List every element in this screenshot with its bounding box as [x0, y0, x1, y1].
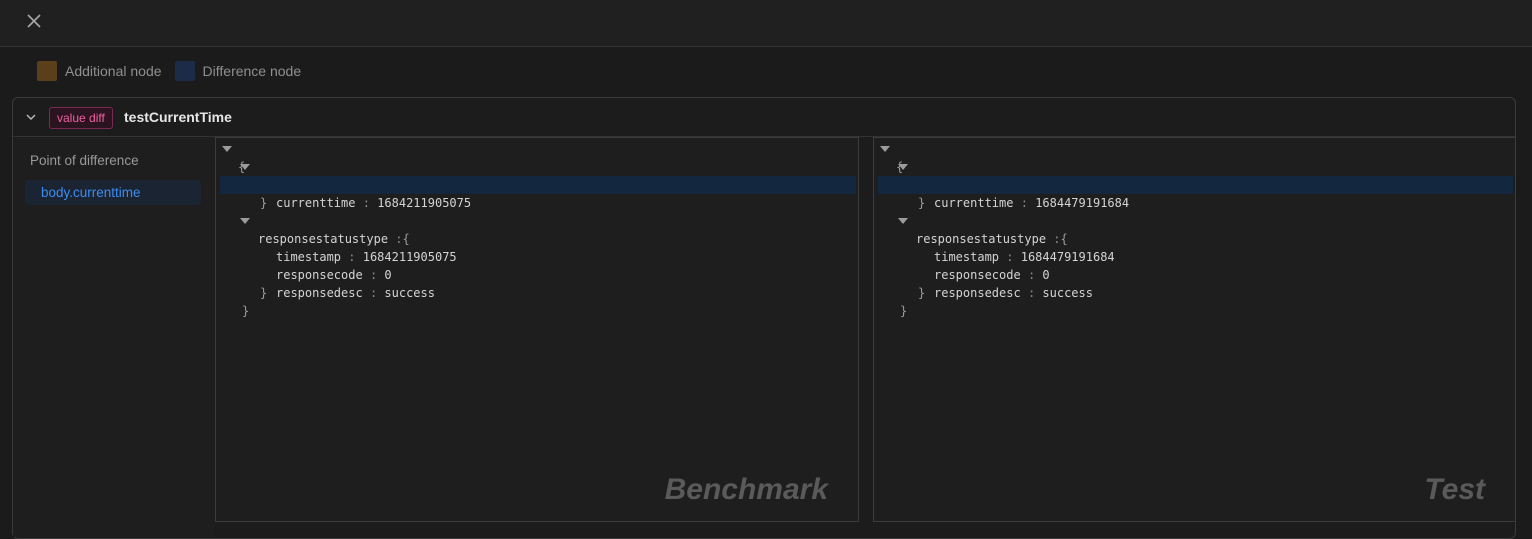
json-node-responsestatustype: responsestatustype :{: [216, 212, 858, 246]
sidebar-item-body-currenttime[interactable]: body.currenttime: [25, 180, 201, 205]
json-node-currenttime: currenttime : 1684479191684: [878, 176, 1513, 210]
diff-type-badge: value diff: [49, 107, 113, 129]
collapse-root-icon[interactable]: [880, 146, 890, 152]
benchmark-json-pane: { body :{ currenttime : 1684211905075 } …: [215, 137, 859, 522]
json-node-body: body :{: [874, 158, 1515, 192]
collapse-root-icon[interactable]: [222, 146, 232, 152]
difference-node-swatch: [174, 61, 195, 81]
legend-difference-node: Difference node: [174, 61, 302, 81]
top-bar: [0, 0, 1532, 47]
difference-sidebar: Point of difference body.currenttime: [13, 137, 214, 537]
test-json-pane: { body :{ currenttime : 1684479191684 } …: [873, 137, 1516, 522]
additional-node-swatch: [37, 61, 57, 81]
collapse-body-icon[interactable]: [240, 164, 250, 170]
json-node-timestamp: timestamp : 1684211905075: [276, 250, 457, 264]
legend: Additional node Difference node: [37, 61, 314, 81]
json-node-responsestatustype: responsestatustype :{: [874, 212, 1515, 246]
difference-node-label: Difference node: [202, 63, 302, 79]
json-node-responsedesc: responsedesc : success: [934, 286, 1093, 300]
collapse-responsestatustype-icon[interactable]: [240, 218, 250, 224]
json-root-close: }: [242, 304, 250, 318]
legend-additional-node: Additional node: [37, 61, 162, 81]
json-body-close: }: [260, 196, 268, 210]
collapse-body-icon[interactable]: [898, 164, 908, 170]
json-node-responsedesc: responsedesc : success: [276, 286, 435, 300]
case-header[interactable]: value diff testCurrentTime: [13, 98, 1515, 137]
diff-case-panel: value diff testCurrentTime Point of diff…: [12, 97, 1516, 539]
close-icon[interactable]: [25, 12, 43, 30]
json-node-body: body :{: [216, 158, 858, 192]
json-node-currenttime: currenttime : 1684211905075: [220, 176, 856, 210]
additional-node-label: Additional node: [65, 63, 162, 79]
case-title: testCurrentTime: [124, 109, 232, 125]
test-watermark: Test: [1424, 473, 1485, 506]
chevron-down-icon[interactable]: [25, 111, 37, 123]
json-node-timestamp: timestamp : 1684479191684: [934, 250, 1115, 264]
collapse-responsestatustype-icon[interactable]: [898, 218, 908, 224]
sidebar-title: Point of difference: [30, 153, 139, 168]
benchmark-watermark: Benchmark: [664, 473, 828, 506]
json-root-open: {: [874, 140, 1515, 174]
json-body-close: }: [918, 196, 926, 210]
json-node-responsecode: responsecode : 0: [934, 268, 1050, 282]
json-responsestatustype-close: }: [260, 286, 268, 300]
json-node-responsecode: responsecode : 0: [276, 268, 392, 282]
json-responsestatustype-close: }: [918, 286, 926, 300]
json-root-open: {: [216, 140, 858, 174]
json-root-close: }: [900, 304, 908, 318]
